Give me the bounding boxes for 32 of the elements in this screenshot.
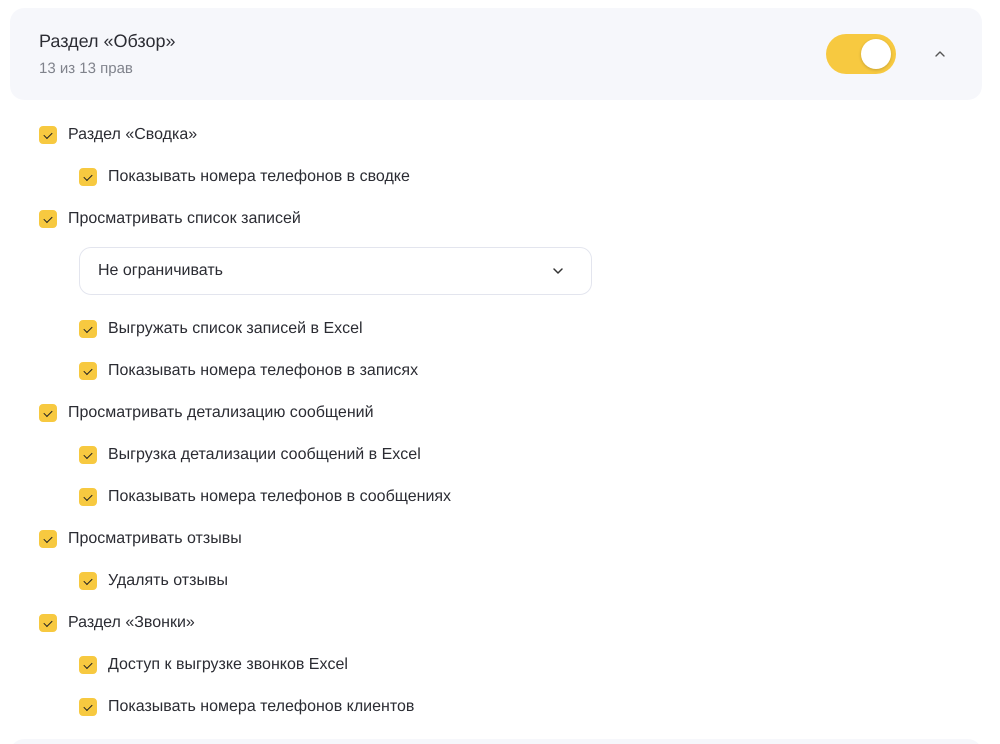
checkbox[interactable] bbox=[79, 362, 97, 380]
checkbox[interactable] bbox=[79, 656, 97, 674]
permission-label: Показывать номера телефонов в сообщениях bbox=[108, 488, 452, 506]
permission-label: Просматривать детализацию сообщений bbox=[68, 404, 374, 422]
collapse-icon[interactable] bbox=[934, 50, 946, 58]
permission-label: Выгружать список записей в Excel bbox=[108, 320, 363, 338]
section-title: Раздел «Обзор» bbox=[39, 31, 177, 52]
checkbox[interactable] bbox=[79, 572, 97, 590]
checkbox[interactable] bbox=[39, 210, 57, 228]
checkbox[interactable] bbox=[79, 446, 97, 464]
permission-label: Раздел «Сводка» bbox=[68, 126, 198, 144]
checkbox[interactable] bbox=[39, 404, 57, 422]
permission-count: 13 из 13 прав bbox=[39, 60, 134, 77]
permission-label: Показывать номера телефонов в сводке bbox=[108, 168, 410, 186]
permission-label: Показывать номера телефонов клиентов bbox=[108, 698, 414, 716]
permission-label: Показывать номера телефонов в записях bbox=[108, 362, 418, 380]
checkbox[interactable] bbox=[39, 126, 57, 144]
permission-label: Удалять отзывы bbox=[108, 572, 228, 590]
permission-label: Доступ к выгрузке звонков Excel bbox=[108, 656, 348, 674]
chevron-down-icon bbox=[552, 267, 564, 275]
permission-label: Раздел «Звонки» bbox=[68, 614, 195, 632]
permission-label: Выгрузка детализации сообщений в Excel bbox=[108, 446, 421, 464]
checkbox[interactable] bbox=[39, 614, 57, 632]
permission-label: Просматривать список записей bbox=[68, 210, 301, 228]
toggle-switch[interactable] bbox=[826, 34, 896, 74]
limit-dropdown[interactable]: Не ограничивать bbox=[79, 247, 592, 295]
checkbox[interactable] bbox=[79, 168, 97, 186]
checkbox[interactable] bbox=[39, 530, 57, 548]
checkbox[interactable] bbox=[79, 320, 97, 338]
checkbox[interactable] bbox=[79, 698, 97, 716]
checkbox[interactable] bbox=[79, 488, 97, 506]
permission-label: Просматривать отзывы bbox=[68, 530, 242, 548]
